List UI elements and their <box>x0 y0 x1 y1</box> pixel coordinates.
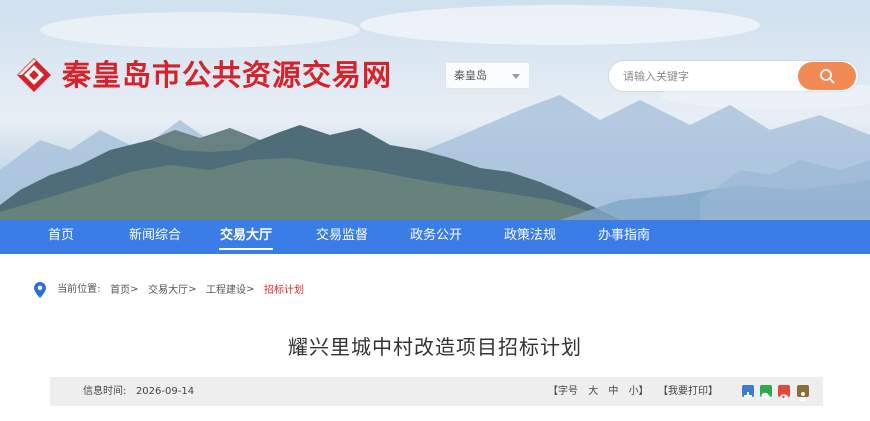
region-select[interactable]: 秦皇岛 <box>445 62 530 89</box>
nav-item-government-affairs[interactable]: 政务公开 <box>410 220 462 254</box>
breadcrumb-home[interactable]: 首页 <box>110 285 130 296</box>
nav-item-supervision[interactable]: 交易监督 <box>316 220 368 254</box>
info-time-value: 2026-09-14 <box>135 386 195 397</box>
search-icon <box>820 69 835 84</box>
nav-item-home[interactable]: 首页 <box>48 220 74 254</box>
main-nav: 首页 新闻综合 交易大厅 交易监督 政务公开 政策法规 办事指南 <box>0 220 870 254</box>
breadcrumb: 当前位置: 首页> 交易大厅> 工程建设> 招标计划 <box>34 281 304 299</box>
breadcrumb-current[interactable]: 招标计划 <box>264 285 304 296</box>
mountain-scenery <box>0 5 870 220</box>
nav-item-guide[interactable]: 办事指南 <box>598 220 650 254</box>
search-button[interactable] <box>798 62 856 90</box>
article-info-bar: 信息时间: 2026-09-14 【字号 大 中 小】 【我要打印】 <box>50 377 823 406</box>
share-people-icon[interactable] <box>796 385 809 401</box>
nav-item-trading-hall[interactable]: 交易大厅 <box>218 220 274 254</box>
breadcrumb-engineering[interactable]: 工程建设 <box>206 285 246 296</box>
info-time-label: 信息时间: <box>83 386 127 397</box>
search-input[interactable] <box>623 61 793 91</box>
search-box <box>609 61 858 91</box>
font-size-control: 【字号 大 中 小】 <box>548 377 649 406</box>
font-size-medium-button[interactable]: 中 <box>608 386 618 397</box>
breadcrumb-trading-hall[interactable]: 交易大厅 <box>148 285 188 296</box>
info-time: 信息时间: 2026-09-14 <box>83 377 194 406</box>
font-size-large-button[interactable]: 大 <box>588 386 598 397</box>
breadcrumb-separator: > <box>188 284 197 295</box>
font-size-label: 【字号 <box>548 386 578 397</box>
header-banner: 秦皇岛市公共资源交易网 秦皇岛 <box>0 0 870 220</box>
location-pin-icon <box>34 282 46 298</box>
breadcrumb-prefix: 当前位置: <box>57 284 101 295</box>
site-title[interactable]: 秦皇岛市公共资源交易网 <box>62 54 392 96</box>
share-add-icon[interactable] <box>742 385 754 400</box>
breadcrumb-separator: > <box>130 284 139 295</box>
print-button[interactable]: 【我要打印】 <box>658 377 718 406</box>
site-logo-icon[interactable] <box>14 55 54 95</box>
nav-item-policies[interactable]: 政策法规 <box>504 220 556 254</box>
article-title: 耀兴里城中村改造项目招标计划 <box>288 335 582 359</box>
font-size-small-button[interactable]: 小】 <box>629 386 649 397</box>
share-wechat-icon[interactable] <box>760 385 773 400</box>
region-select-value: 秦皇岛 <box>454 69 487 82</box>
share-icons <box>742 385 812 401</box>
chevron-down-icon <box>512 74 520 79</box>
share-weibo-icon[interactable] <box>778 385 791 400</box>
nav-item-news[interactable]: 新闻综合 <box>129 220 181 254</box>
breadcrumb-separator: > <box>246 284 255 295</box>
